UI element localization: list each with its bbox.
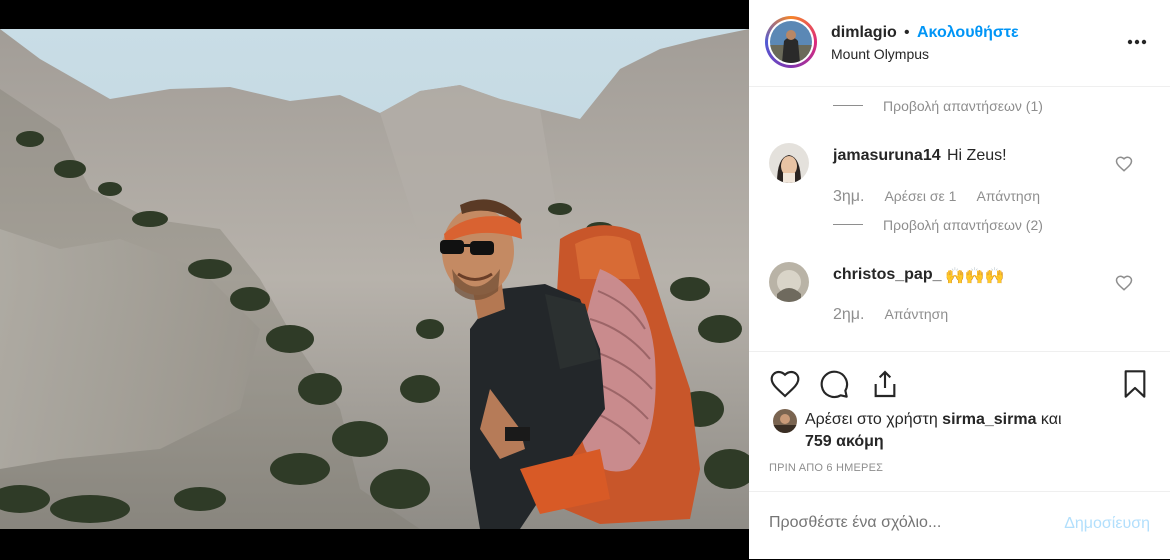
liker-username[interactable]: sirma_sirma [942, 411, 1036, 428]
story-ring[interactable] [765, 16, 817, 68]
comment-username[interactable]: jamasuruna14 [833, 147, 941, 165]
likes-count-button[interactable]: 759 ακόμη [805, 433, 884, 450]
bookmark-icon[interactable] [1119, 368, 1151, 405]
comment-text: 🙌🙌🙌 [945, 268, 1005, 285]
comment-likes[interactable]: Αρέσει σε 1 [884, 188, 956, 204]
heart-icon[interactable] [769, 368, 801, 405]
post-photo [0, 29, 749, 529]
replies-divider [833, 224, 863, 225]
photo-pane [0, 0, 749, 559]
comment-username[interactable]: christos_pap_ [833, 266, 941, 284]
comment-icon[interactable] [818, 368, 850, 405]
comment-time[interactable]: 3ημ. [833, 188, 864, 205]
comment-meta: 2ημ. Απάντηση [833, 306, 968, 324]
comment-text: Hi Zeus! [947, 147, 1007, 164]
share-icon[interactable] [869, 368, 901, 405]
reply-button[interactable]: Απάντηση [884, 306, 948, 322]
heart-icon[interactable] [1115, 155, 1133, 173]
add-comment-bar: Δημοσίευση [749, 491, 1170, 560]
comment-input[interactable] [769, 514, 1029, 532]
comment-meta: 3ημ. Αρέσει σε 1 Απάντηση [833, 188, 1060, 206]
heart-icon[interactable] [1115, 274, 1133, 292]
post-header: dimlagio • Ακολουθήστε Mount Olympus [749, 0, 1170, 87]
post-sidebar: dimlagio • Ακολουθήστε Mount Olympus Προ… [749, 0, 1170, 559]
more-icon[interactable] [1126, 30, 1148, 54]
post-location[interactable]: Mount Olympus [831, 46, 929, 62]
comment-avatar[interactable] [769, 262, 809, 302]
likes-middle: και [1040, 411, 1062, 428]
avatar [770, 21, 812, 63]
comment-avatar[interactable] [769, 143, 809, 183]
post-username[interactable]: dimlagio [831, 24, 897, 42]
likes-summary: Αρέσει στο χρήστη sirma_sirma και 759 ακ… [805, 409, 1125, 453]
follow-button[interactable]: Ακολουθήστε [917, 24, 1019, 42]
separator-dot: • [904, 24, 910, 41]
comment-time[interactable]: 2ημ. [833, 306, 864, 323]
liker-avatar[interactable] [773, 409, 797, 433]
post-timestamp[interactable]: ΠΡΙΝ ΑΠΟ 6 ΗΜΕΡΕΣ [769, 462, 883, 474]
post-comment-button[interactable]: Δημοσίευση [1064, 515, 1150, 533]
replies-divider [833, 105, 863, 106]
view-replies-button[interactable]: Προβολή απαντήσεων (1) [883, 98, 1043, 114]
reply-button[interactable]: Απάντηση [976, 188, 1040, 204]
action-bar [749, 351, 1170, 399]
view-replies-button[interactable]: Προβολή απαντήσεων (2) [883, 217, 1043, 233]
likes-prefix: Αρέσει στο χρήστη [805, 411, 938, 428]
